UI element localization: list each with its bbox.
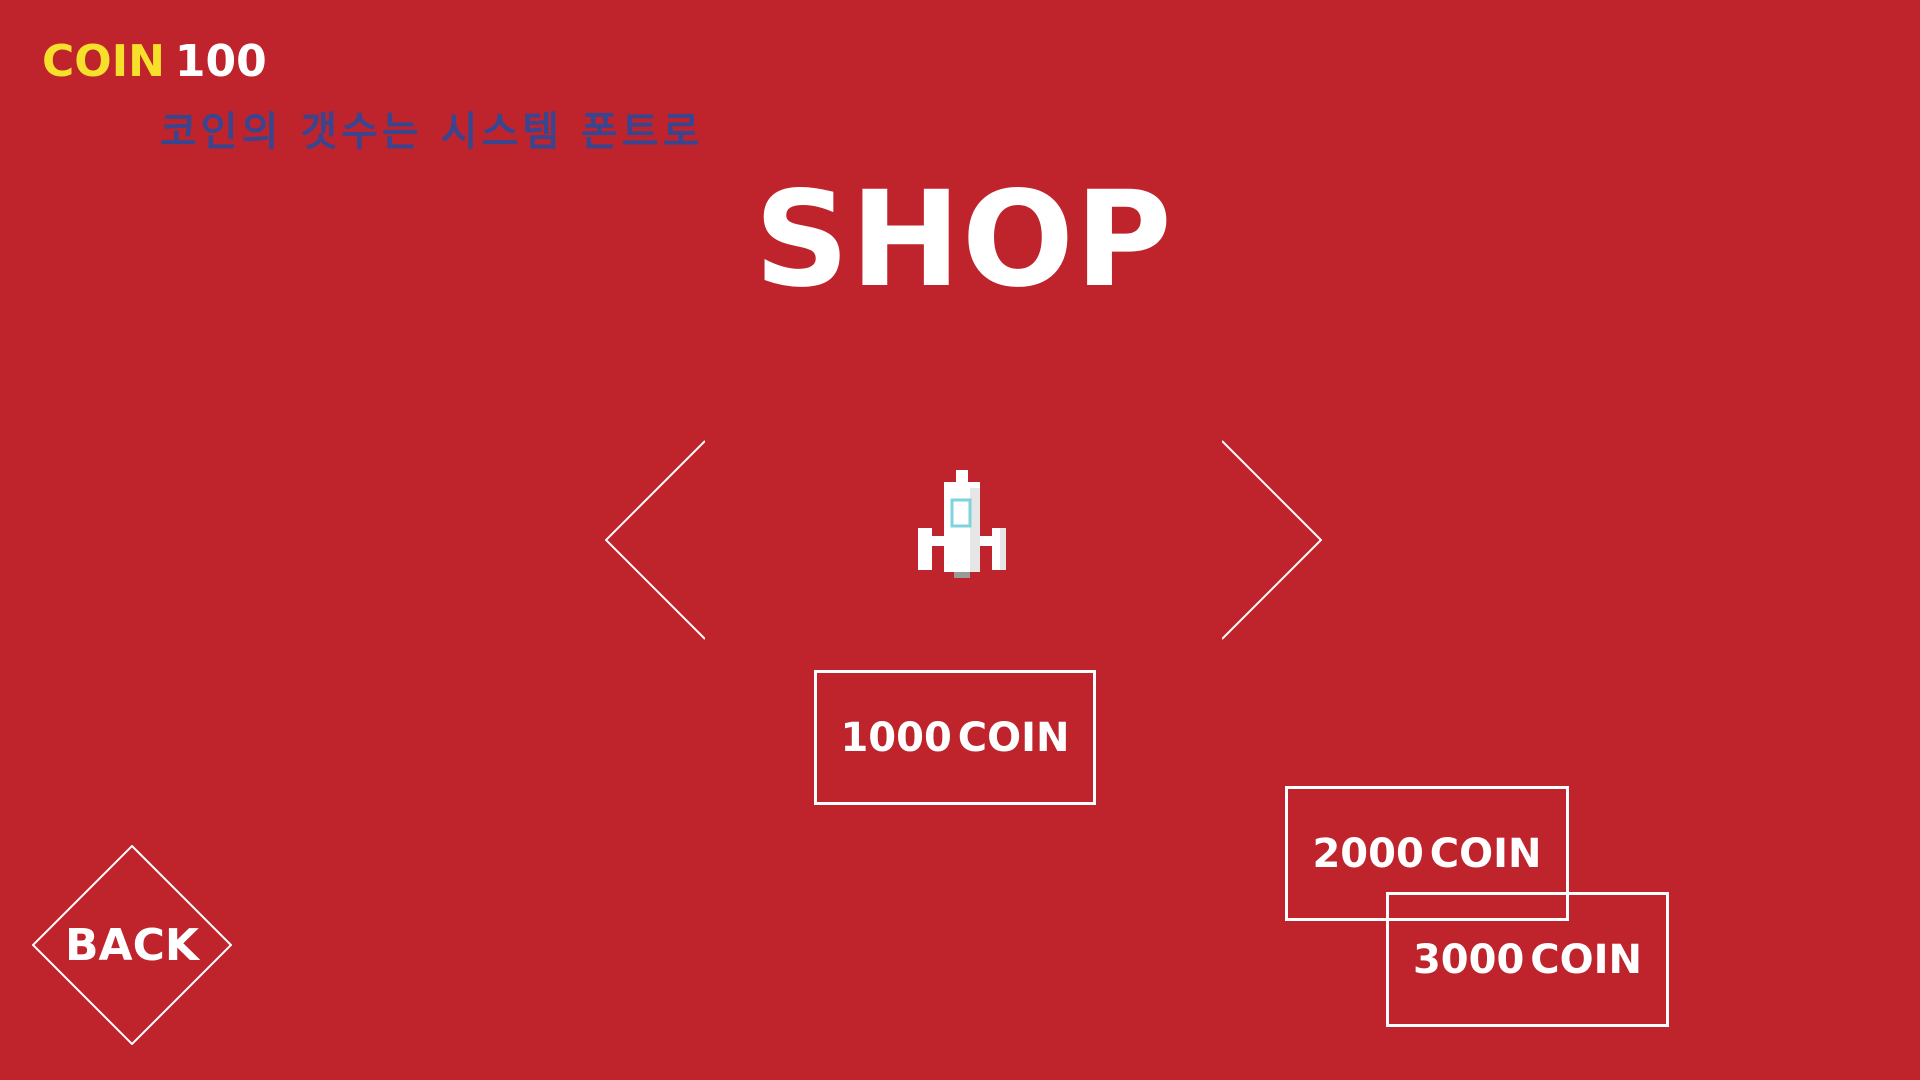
price-unit: COIN (1530, 936, 1643, 983)
back-button[interactable]: BACK (32, 845, 232, 1045)
spaceship-icon (918, 470, 1006, 578)
coin-label: COIN (42, 36, 165, 87)
next-item-button[interactable] (1222, 440, 1322, 640)
font-note-text: 코인의 갯수는 시스템 폰트로 (160, 109, 704, 155)
price-amount: 1000 (840, 714, 952, 761)
back-label: BACK (65, 919, 199, 971)
buy-3000-coin-button[interactable]: 3000 COIN (1386, 892, 1669, 1027)
ship-preview (914, 470, 1010, 582)
chevron-right-icon (1222, 440, 1322, 640)
coin-value: 100 (174, 36, 267, 87)
price-unit: COIN (957, 714, 1070, 761)
price-amount: 2000 (1312, 830, 1424, 877)
price-unit: COIN (1429, 830, 1542, 877)
coin-counter: COIN 100 (42, 34, 267, 90)
buy-1000-coin-button[interactable]: 1000 COIN (814, 670, 1096, 805)
prev-item-button[interactable] (605, 440, 705, 640)
price-amount: 3000 (1412, 936, 1525, 983)
page-title: SHOP (754, 163, 1173, 317)
chevron-left-icon (605, 440, 705, 640)
